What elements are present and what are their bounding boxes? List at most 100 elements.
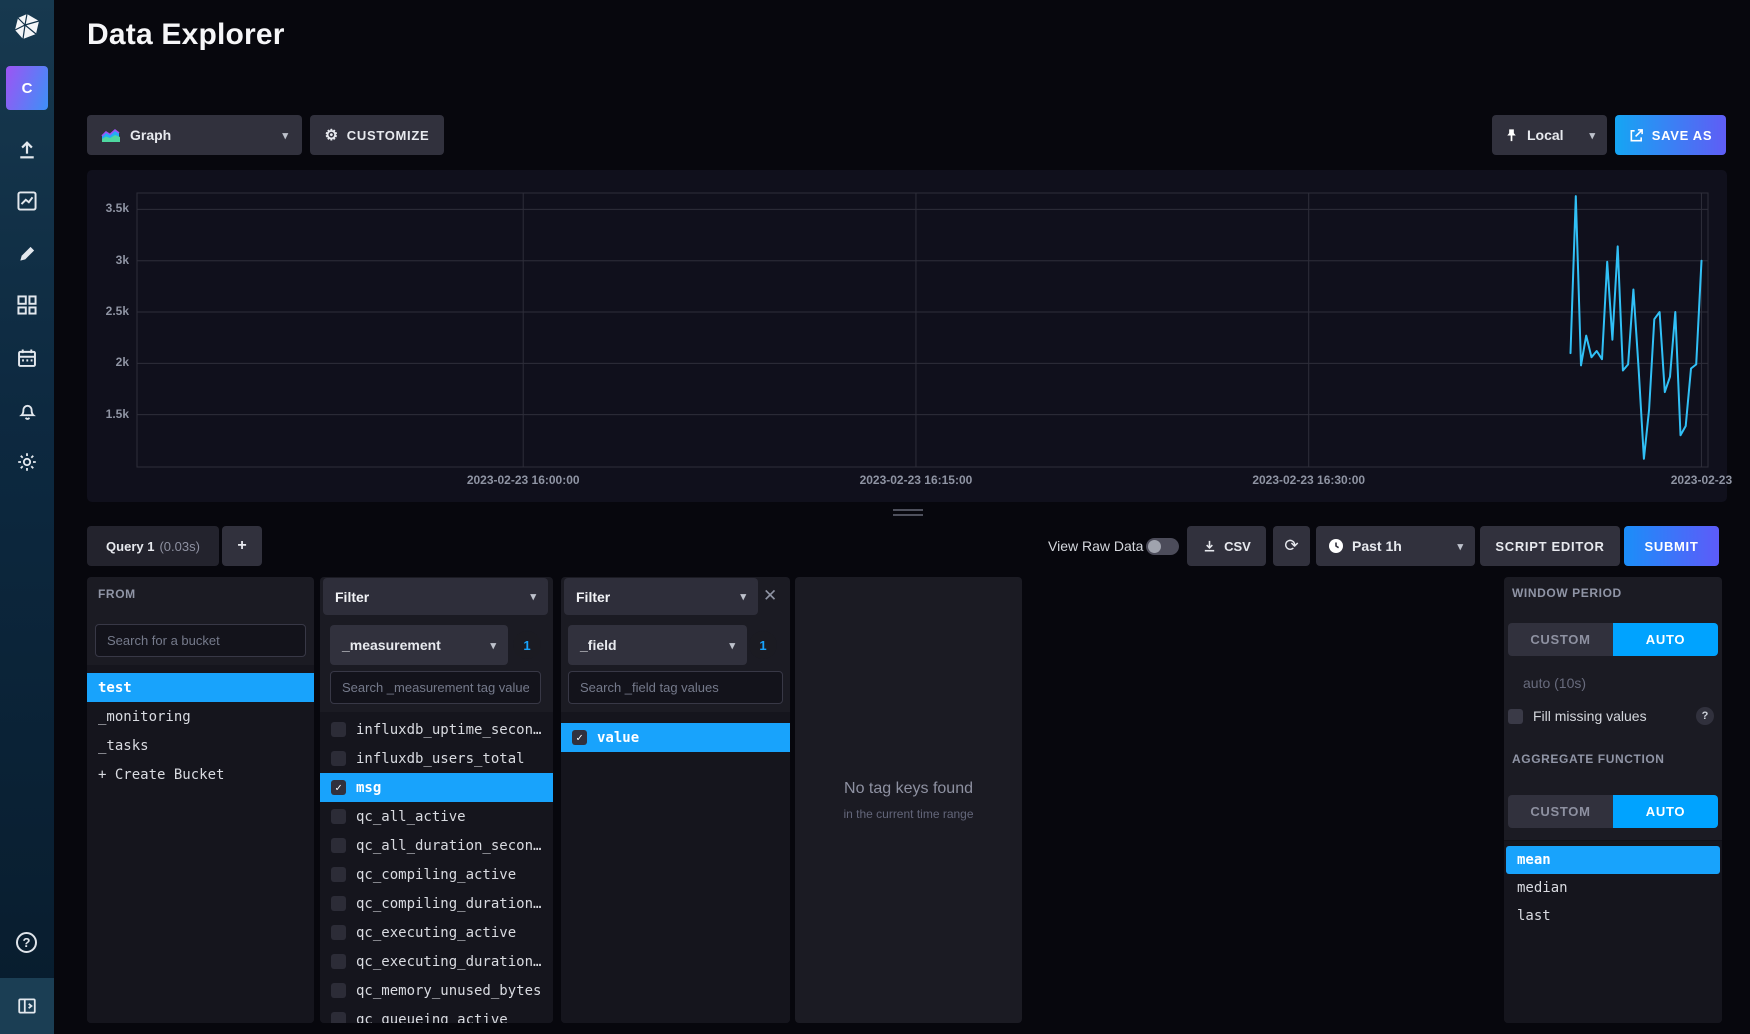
from-bucket-panel: FROM test_monitoring_tasks+ Create Bucke…	[87, 577, 314, 1023]
view-raw-data-toggle[interactable]	[1146, 538, 1179, 555]
view-type-label: Graph	[130, 127, 171, 143]
time-range-dropdown[interactable]: Past 1h ▾	[1316, 526, 1475, 566]
bucket-list-item[interactable]: _tasks	[87, 731, 314, 760]
x-axis-tick-label: 2023-02-23 16:30:00	[1224, 473, 1394, 487]
selected-count-badge: 1	[749, 631, 777, 659]
measurement-search-input[interactable]	[330, 671, 541, 704]
clock-icon	[1328, 538, 1344, 554]
window-auto-button[interactable]: AUTO	[1613, 623, 1718, 656]
measurement-list-item[interactable]: ✓msg	[320, 773, 553, 802]
save-as-label: SAVE AS	[1652, 128, 1713, 143]
measurement-list-item[interactable]: qc_all_active	[320, 802, 553, 831]
measurement-list-item[interactable]: qc_queueing_active	[320, 1005, 553, 1023]
chevron-down-icon: ▾	[282, 129, 288, 142]
aggregate-function-item[interactable]: median	[1506, 874, 1720, 902]
window-period-toggle: CUSTOM AUTO	[1508, 623, 1718, 656]
window-custom-button[interactable]: CUSTOM	[1508, 623, 1613, 656]
unchecked-checkbox[interactable]	[331, 751, 346, 766]
close-icon[interactable]: ✕	[763, 586, 777, 606]
fill-missing-values-row: Fill missing values ?	[1508, 707, 1714, 725]
filter-type-dropdown[interactable]: Filter ▾	[323, 578, 548, 615]
chevron-down-icon: ▾	[490, 639, 496, 652]
unchecked-checkbox[interactable]	[331, 722, 346, 737]
add-query-button[interactable]: +	[222, 526, 262, 566]
collapse-nav-button[interactable]	[0, 978, 54, 1034]
measurement-list-item[interactable]: qc_compiling_active	[320, 860, 553, 889]
query-tab-name: Query 1	[106, 539, 154, 554]
unchecked-checkbox[interactable]	[331, 809, 346, 824]
measurement-list-item[interactable]: influxdb_users_total	[320, 744, 553, 773]
list-item-label: mean	[1517, 852, 1551, 868]
csv-label: CSV	[1224, 539, 1251, 554]
influxdata-logo-icon[interactable]	[13, 13, 41, 41]
org-avatar[interactable]: C	[6, 66, 48, 110]
measurement-list-item[interactable]: qc_all_duration_secon…	[320, 831, 553, 860]
measurement-list-item[interactable]: qc_compiling_duration…	[320, 889, 553, 918]
aggregate-function-item[interactable]: mean	[1506, 846, 1720, 874]
measurement-list: influxdb_uptime_secon…influxdb_users_tot…	[320, 712, 553, 1023]
query-options-panel: WINDOW PERIOD CUSTOM AUTO auto (10s) Fil…	[1504, 577, 1722, 1023]
graphs-icon[interactable]	[0, 187, 54, 215]
dashboards-icon[interactable]	[0, 291, 54, 319]
list-item-label: test	[98, 680, 132, 696]
customize-button[interactable]: ⚙ CUSTOMIZE	[310, 115, 444, 155]
x-axis-tick-label: 2023-02-23 16:00:00	[438, 473, 608, 487]
data-explorer-page: C	[0, 0, 1750, 1034]
list-item-label: _tasks	[98, 738, 149, 754]
customize-label: CUSTOMIZE	[347, 128, 430, 143]
filter-type-dropdown[interactable]: Filter ▾	[564, 578, 758, 615]
view-type-dropdown[interactable]: Graph ▾	[87, 115, 302, 155]
refresh-button[interactable]: ⟳	[1273, 526, 1310, 566]
x-axis-tick-label: 2023-02-23 16:15:00	[831, 473, 1001, 487]
measurement-list-item[interactable]: qc_memory_unused_bytes	[320, 976, 553, 1005]
save-as-button[interactable]: SAVE AS	[1615, 115, 1726, 155]
unchecked-checkbox[interactable]	[331, 896, 346, 911]
upload-icon[interactable]	[0, 136, 54, 164]
edit-pencil-icon[interactable]	[0, 240, 54, 268]
unchecked-checkbox[interactable]	[331, 983, 346, 998]
submit-button[interactable]: SUBMIT	[1624, 526, 1719, 566]
tag-keys-empty-panel: No tag keys found in the current time ra…	[795, 577, 1022, 1023]
alerts-bell-icon[interactable]	[0, 396, 54, 424]
unchecked-checkbox[interactable]	[331, 1012, 346, 1023]
field-key-dropdown[interactable]: _field ▾	[568, 625, 747, 665]
bucket-list-item[interactable]: _monitoring	[87, 702, 314, 731]
settings-gear-icon[interactable]	[0, 448, 54, 476]
csv-download-button[interactable]: CSV	[1187, 526, 1266, 566]
measurement-list-item[interactable]: qc_executing_active	[320, 918, 553, 947]
page-title: Data Explorer	[87, 18, 285, 52]
field-list-item[interactable]: ✓value	[561, 723, 790, 752]
resize-drag-handle[interactable]	[893, 509, 923, 516]
measurement-list-item[interactable]: qc_executing_duration…	[320, 947, 553, 976]
measurement-list-item[interactable]: influxdb_uptime_secon…	[320, 715, 553, 744]
local-dropdown[interactable]: Local ▾	[1492, 115, 1607, 155]
unchecked-checkbox[interactable]	[331, 925, 346, 940]
list-item-label: last	[1517, 908, 1551, 924]
tasks-calendar-icon[interactable]	[0, 344, 54, 372]
field-search-input[interactable]	[568, 671, 783, 704]
unchecked-checkbox[interactable]	[331, 867, 346, 882]
unchecked-checkbox[interactable]	[331, 954, 346, 969]
field-filter-panel: Filter ▾ ✕ _field ▾ 1 ✓value	[561, 577, 790, 1023]
aggregate-function-item[interactable]: last	[1506, 902, 1720, 930]
question-mark-icon[interactable]: ?	[1696, 707, 1714, 725]
unchecked-checkbox[interactable]	[331, 838, 346, 853]
measurement-key-dropdown[interactable]: _measurement ▾	[330, 625, 508, 665]
query-tab[interactable]: Query 1 (0.03s)	[87, 526, 219, 566]
checked-checkbox[interactable]: ✓	[572, 730, 587, 745]
checked-checkbox[interactable]: ✓	[331, 780, 346, 795]
bucket-list-item[interactable]: test	[87, 673, 314, 702]
fill-missing-values-checkbox[interactable]	[1508, 709, 1523, 724]
y-axis-tick-label: 1.5k	[87, 407, 129, 421]
aggregate-auto-button[interactable]: AUTO	[1613, 795, 1718, 828]
list-item-label: qc_all_duration_secon…	[356, 838, 541, 854]
time-series-line-chart[interactable]	[87, 170, 1727, 502]
bucket-search-input[interactable]	[95, 624, 306, 657]
aggregate-custom-button[interactable]: CUSTOM	[1508, 795, 1613, 828]
y-axis-tick-label: 2k	[87, 355, 129, 369]
y-axis-tick-label: 3.5k	[87, 201, 129, 215]
create-bucket-button[interactable]: + Create Bucket	[87, 760, 314, 789]
help-icon[interactable]: ?	[16, 932, 37, 953]
graph-visualization-panel: 3.5k3k2.5k2k1.5k2023-02-23 16:00:002023-…	[87, 170, 1727, 502]
script-editor-button[interactable]: SCRIPT EDITOR	[1480, 526, 1620, 566]
